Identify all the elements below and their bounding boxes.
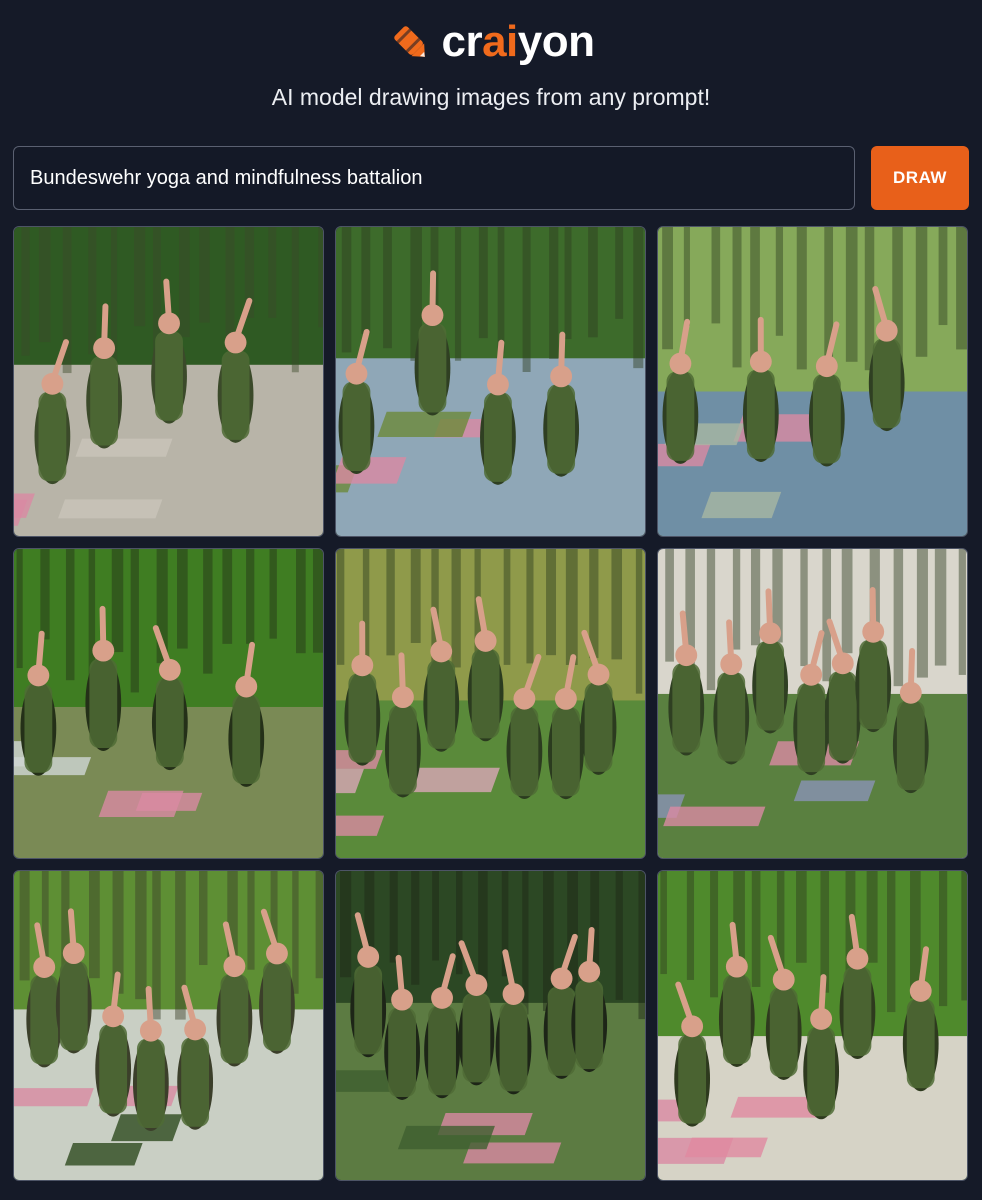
result-image[interactable] bbox=[657, 226, 968, 537]
brand-suffix: yon bbox=[517, 17, 595, 66]
result-image-art bbox=[658, 871, 967, 1180]
brand-accent: ai bbox=[482, 17, 518, 66]
result-image-art bbox=[14, 871, 323, 1180]
result-image[interactable] bbox=[13, 870, 324, 1181]
results-grid bbox=[13, 226, 969, 1182]
result-image-art bbox=[336, 549, 645, 858]
result-image[interactable] bbox=[335, 226, 646, 537]
brand-prefix: cr bbox=[441, 17, 483, 66]
result-image-art bbox=[658, 227, 967, 536]
draw-button[interactable]: DRAW bbox=[871, 146, 969, 210]
result-image[interactable] bbox=[13, 548, 324, 859]
result-image-art bbox=[336, 227, 645, 536]
prompt-input[interactable] bbox=[13, 146, 855, 210]
craiyon-page: craiyon AI model drawing images from any… bbox=[0, 0, 982, 1200]
result-image-art bbox=[14, 549, 323, 858]
brand-logo-text[interactable]: craiyon bbox=[441, 17, 595, 67]
crayon-icon bbox=[394, 26, 426, 57]
result-image[interactable] bbox=[657, 870, 968, 1181]
result-image-art bbox=[14, 227, 323, 536]
result-image[interactable] bbox=[335, 870, 646, 1181]
result-image[interactable] bbox=[657, 548, 968, 859]
prompt-bar: DRAW bbox=[13, 146, 969, 210]
tagline: AI model drawing images from any prompt! bbox=[271, 84, 711, 110]
result-image[interactable] bbox=[13, 226, 324, 537]
result-image-art bbox=[658, 549, 967, 858]
result-image-art bbox=[336, 871, 645, 1180]
site-header: craiyon bbox=[0, 12, 982, 72]
result-image[interactable] bbox=[335, 548, 646, 859]
